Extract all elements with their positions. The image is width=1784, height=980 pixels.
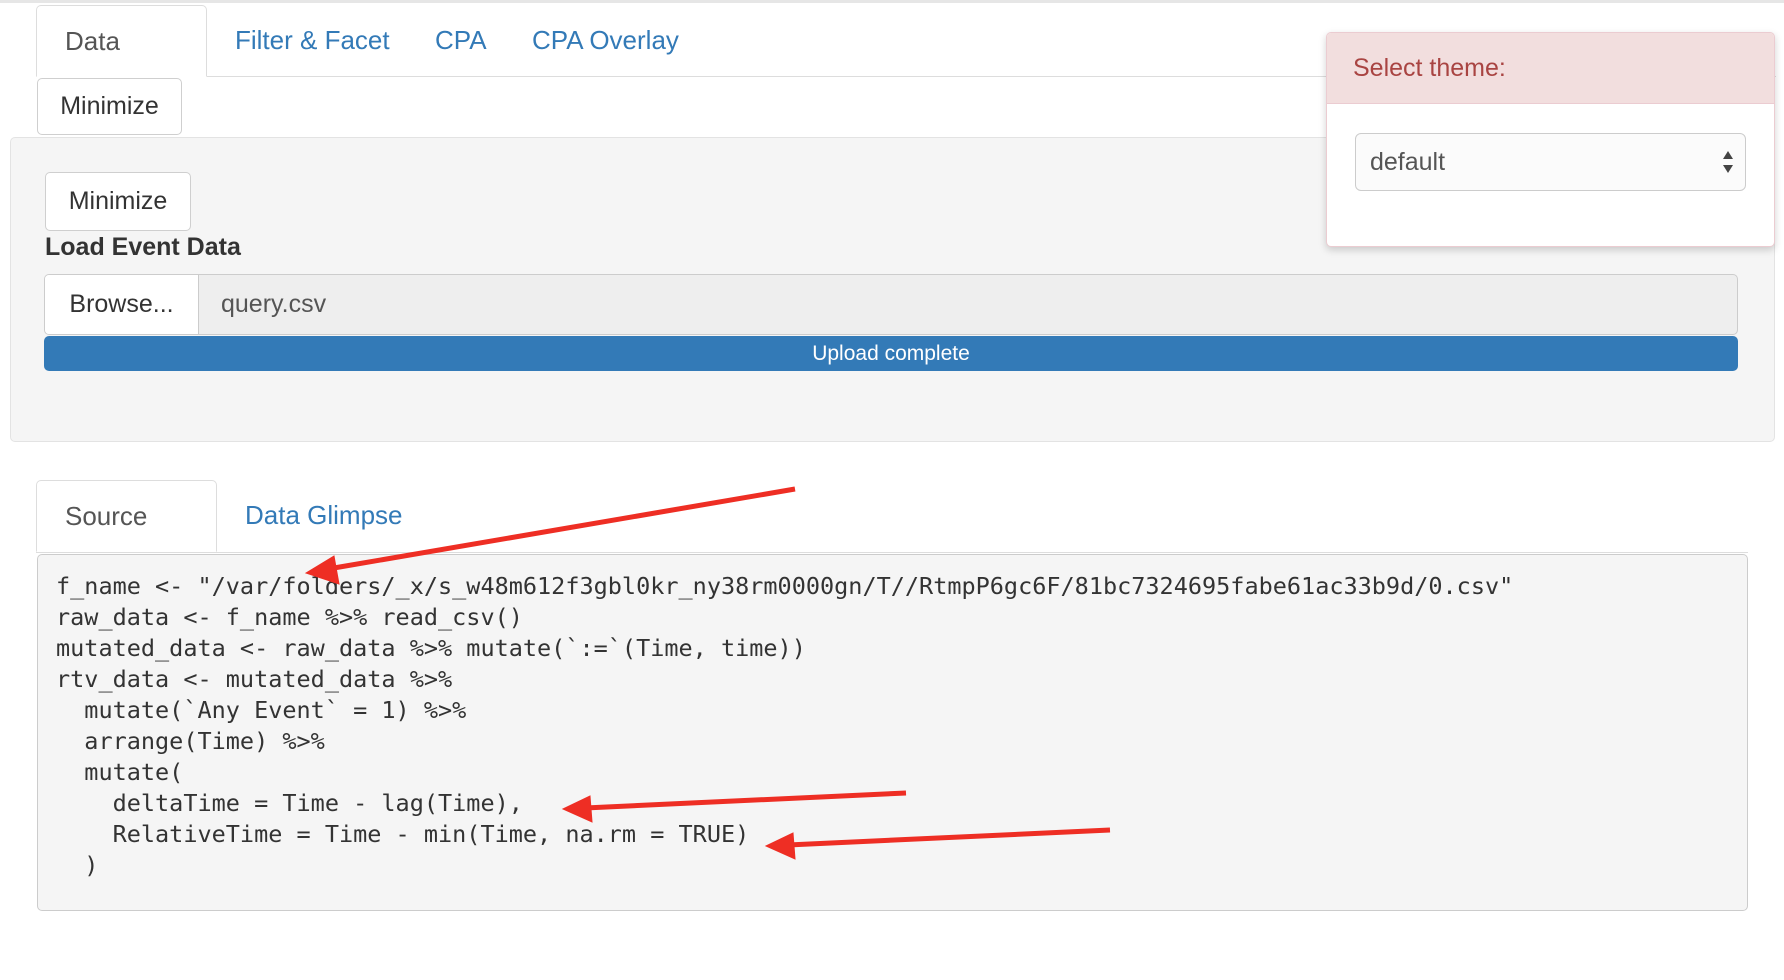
code-line: RelativeTime = Time - min(Time, na.rm = …	[56, 820, 750, 848]
tab-data-upload[interactable]: Data Upload	[36, 5, 207, 127]
tab-source-code[interactable]: Source Code	[36, 480, 217, 602]
source-code-block: f_name <- "/var/folders/_x/s_w48m612f3gb…	[37, 554, 1748, 911]
theme-panel: Select theme: default	[1326, 32, 1775, 247]
select-arrows-icon	[1723, 151, 1733, 173]
minimize-panel-button[interactable]: Minimize	[45, 172, 191, 231]
output-tabs: Source Code Data Glimpse	[36, 480, 1748, 602]
file-input-group: Browse... query.csv	[44, 274, 1738, 335]
upload-progress-fill: Upload complete	[44, 336, 1738, 371]
file-name-field: query.csv	[221, 290, 327, 318]
tab-cpa[interactable]: CPA	[407, 5, 515, 76]
code-line: deltaTime = Time - lag(Time),	[56, 789, 523, 817]
code-line: mutate(`Any Event` = 1) %>%	[56, 696, 467, 724]
minimize-outer-button[interactable]: Minimize	[37, 78, 182, 135]
code-line: arrange(Time) %>%	[56, 727, 325, 755]
top-border	[0, 0, 1784, 3]
code-line: mutate(	[56, 758, 184, 786]
upload-progress-bar: Upload complete	[44, 336, 1738, 371]
code-line: mutated_data <- raw_data %>% mutate(`:=`…	[56, 634, 806, 662]
theme-select[interactable]: default	[1355, 133, 1746, 191]
theme-panel-heading: Select theme:	[1327, 33, 1774, 104]
code-line: rtv_data <- mutated_data %>%	[56, 665, 453, 693]
theme-select-value: default	[1370, 148, 1446, 176]
tab-cpa-overlay[interactable]: CPA Overlay	[504, 5, 707, 76]
code-line: )	[56, 851, 99, 879]
code-line: f_name <- "/var/folders/_x/s_w48m612f3gb…	[56, 572, 1514, 600]
tab-filter-facet[interactable]: Filter & Facet	[207, 5, 418, 76]
tab-data-glimpse[interactable]: Data Glimpse	[217, 480, 431, 551]
browse-button[interactable]: Browse...	[45, 275, 199, 334]
load-event-data-label: Load Event Data	[45, 233, 241, 261]
code-line: raw_data <- f_name %>% read_csv()	[56, 603, 523, 631]
